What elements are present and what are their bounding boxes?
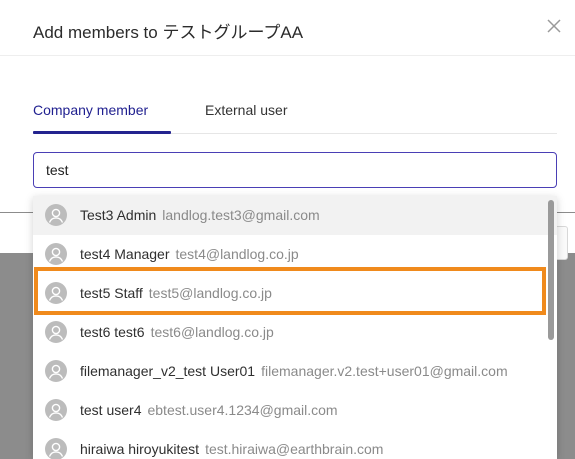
member-type-tabs: Company member External user [33, 98, 557, 134]
add-members-dialog: Add members to テストグループAA Company member … [0, 0, 575, 459]
member-email: test4@landlog.co.jp [175, 246, 299, 262]
tab-company-member[interactable]: Company member [33, 102, 148, 118]
suggestion-text: hiraiwa hiroyukitest test.hiraiwa@earthbr… [80, 441, 383, 457]
member-name: test6 test6 [80, 324, 145, 340]
member-name: filemanager_v2_test User01 [80, 363, 256, 379]
member-email: landlog.test3@gmail.com [162, 207, 320, 223]
member-email: test6@landlog.co.jp [150, 324, 274, 340]
active-tab-indicator [33, 131, 171, 134]
member-name: test user4 [80, 402, 142, 418]
suggestion-item[interactable]: hiraiwa hiroyukitest test.hiraiwa@earthbr… [33, 430, 557, 459]
member-suggestions-dropdown: Test3 Admin landlog.test3@gmail.com test4… [33, 196, 557, 459]
avatar-icon [45, 204, 67, 226]
suggestion-text: test user4 ebtest.user4.1234@gmail.com [80, 402, 338, 418]
avatar-icon [45, 360, 67, 382]
member-email: ebtest.user4.1234@gmail.com [147, 402, 338, 418]
suggestion-item[interactable]: test6 test6 test6@landlog.co.jp [33, 313, 557, 352]
suggestion-item[interactable]: test user4 ebtest.user4.1234@gmail.com [33, 391, 557, 430]
suggestion-item[interactable]: filemanager_v2_test User01 filemanager.v2… [33, 352, 557, 391]
close-icon[interactable] [545, 17, 563, 35]
suggestion-item[interactable]: Test3 Admin landlog.test3@gmail.com [33, 196, 557, 235]
tab-external-user[interactable]: External user [205, 102, 287, 118]
member-name: test4 Manager [80, 246, 170, 262]
avatar-icon [45, 438, 67, 459]
dialog-header: Add members to テストグループAA [0, 0, 575, 56]
member-name: Test3 Admin [80, 207, 157, 223]
member-search-input[interactable]: test [33, 152, 557, 188]
search-input-value: test [46, 162, 69, 178]
suggestion-text: filemanager_v2_test User01 filemanager.v2… [80, 363, 508, 379]
dialog-title: Add members to テストグループAA [33, 23, 304, 42]
member-email: test5@landlog.co.jp [148, 285, 272, 301]
avatar-icon [45, 321, 67, 343]
avatar-icon [45, 399, 67, 421]
dropdown-scrollbar[interactable] [547, 196, 557, 459]
suggestion-text: test4 Manager test4@landlog.co.jp [80, 246, 299, 262]
suggestion-text: test6 test6 test6@landlog.co.jp [80, 324, 274, 340]
member-name: hiraiwa hiroyukitest [80, 441, 200, 457]
suggestion-item[interactable]: test4 Manager test4@landlog.co.jp [33, 235, 557, 274]
scrollbar-thumb[interactable] [548, 200, 554, 340]
suggestion-text: Test3 Admin landlog.test3@gmail.com [80, 207, 320, 223]
member-email: filemanager.v2.test+user01@gmail.com [261, 363, 508, 379]
avatar-icon [45, 282, 67, 304]
member-email: test.hiraiwa@earthbrain.com [205, 441, 384, 457]
avatar-icon [45, 243, 67, 265]
suggestion-item[interactable]: test5 Staff test5@landlog.co.jp [33, 274, 557, 313]
suggestion-text: test5 Staff test5@landlog.co.jp [80, 285, 272, 301]
member-name: test5 Staff [80, 285, 143, 301]
